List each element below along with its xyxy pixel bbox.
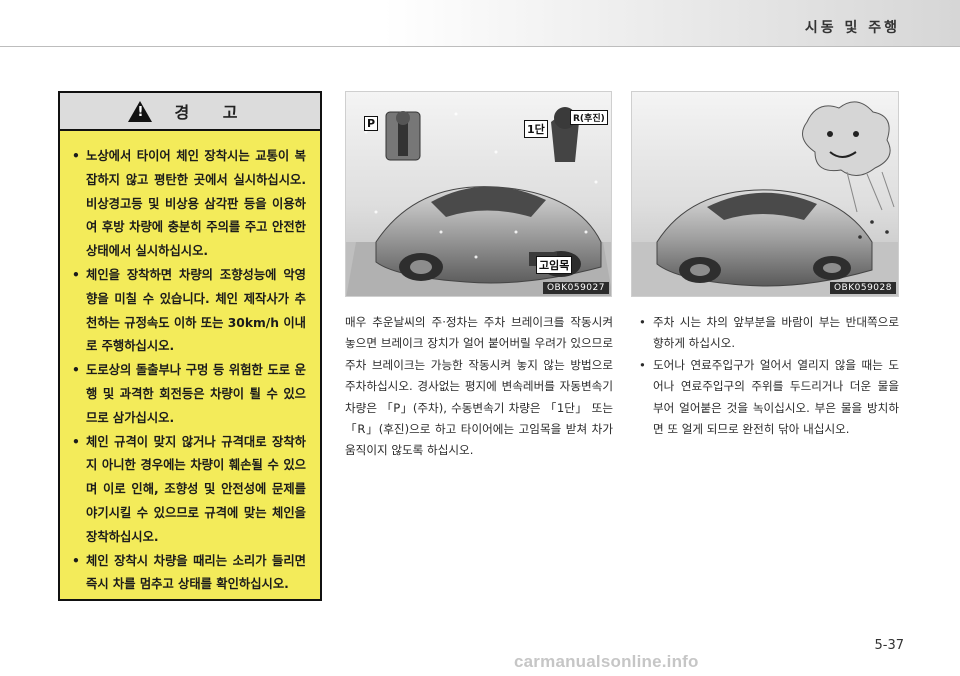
warning-item: 체인 규격이 맞지 않거나 규격대로 장착하지 아니한 경우에는 차량이 훼손될…	[72, 431, 306, 550]
section-title: 시동 및 주행	[804, 20, 900, 36]
parking-tips-list: 주차 시는 차의 앞부분을 바람이 부는 반대쪽으로 향하게 하십시오. 도어나…	[637, 312, 899, 440]
list-item: 주차 시는 차의 앞부분을 바람이 부는 반대쪽으로 향하게 하십시오.	[637, 312, 899, 355]
warning-list: 노상에서 타이어 체인 장착시는 교통이 복잡하지 않고 평탄한 곳에서 실시하…	[60, 131, 320, 597]
parking-illustration-left: P 1단 R(후진) 고임목 OBK059027	[345, 91, 612, 297]
label-reverse: R(후진)	[570, 110, 608, 125]
warning-box: 경 고 노상에서 타이어 체인 장착시는 교통이 복잡하지 않고 평탄한 곳에서…	[58, 91, 322, 601]
header-band: 시동 및 주행	[0, 0, 960, 46]
page-number: 5-37	[874, 638, 904, 653]
label-park: P	[364, 116, 379, 131]
main-paragraph: 매우 추운날씨의 주·정차는 주차 브레이크를 작동시켜 놓으면 브레이크 장치…	[345, 315, 613, 458]
car-wind-illustration	[632, 101, 898, 296]
label-wheel-chock: 고임목	[536, 256, 573, 274]
warning-item: 노상에서 타이어 체인 장착시는 교통이 복잡하지 않고 평탄한 곳에서 실시하…	[72, 145, 306, 264]
warning-item: 체인 장착시 차량을 때리는 소리가 들리면 즉시 차를 멈추고 상태를 확인하…	[72, 550, 306, 598]
watermark-logo: carmanualsonline.info	[514, 652, 699, 671]
warning-heading: 경 고	[174, 103, 252, 122]
header-divider	[0, 46, 960, 47]
warning-item: 체인을 장착하면 차량의 조향성능에 악영향을 미칠 수 있습니다. 체인 제작…	[72, 264, 306, 359]
label-first-gear: 1단	[524, 120, 548, 138]
warning-header: 경 고	[60, 93, 320, 131]
warning-triangle-icon	[128, 100, 153, 122]
parking-illustration-right: OBK059028	[631, 91, 899, 297]
image-code: OBK059027	[542, 282, 609, 294]
list-item: 도어나 연료주입구가 얼어서 열리지 않을 때는 도어나 연료주입구의 주위를 …	[637, 355, 899, 441]
image-code: OBK059028	[829, 282, 896, 294]
warning-item: 도로상의 돌출부나 구멍 등 위험한 도로 운행 및 과격한 회전등은 차량이 …	[72, 359, 306, 430]
